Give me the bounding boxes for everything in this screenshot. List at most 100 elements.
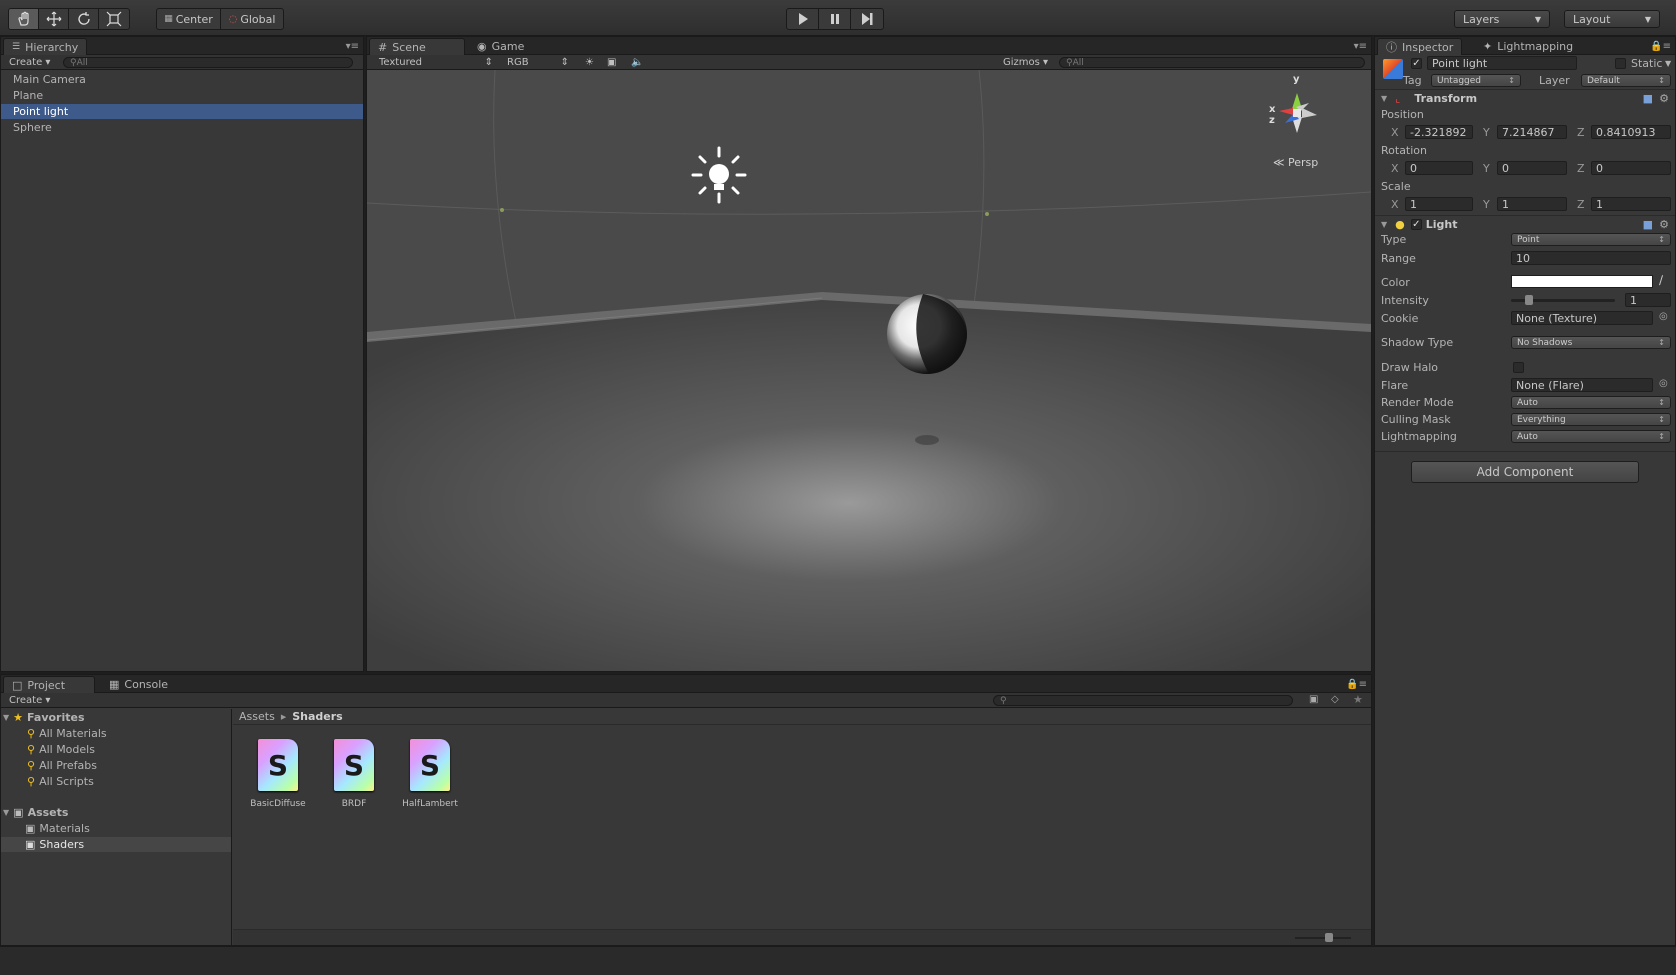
star-icon: ★ [13, 711, 24, 724]
lock-menu-icon[interactable]: 🔒≡ [1650, 41, 1671, 52]
hierarchy-item-point-light[interactable]: Point light [1, 104, 363, 119]
icon-size-slider[interactable] [1295, 933, 1351, 942]
pause-button[interactable] [819, 9, 851, 29]
folder-item-shaders[interactable]: ▣ Shaders [1, 837, 231, 852]
tab-lightmapping[interactable]: ✦ Lightmapping [1475, 38, 1581, 55]
scale-y-field[interactable]: 1 [1497, 197, 1567, 211]
help-icon[interactable]: ■ [1643, 218, 1653, 231]
filter-type-icon[interactable]: ▣ [1309, 694, 1318, 705]
rotation-z-field[interactable]: 0 [1591, 161, 1671, 175]
intensity-slider-thumb[interactable] [1525, 295, 1534, 305]
object-name-field[interactable]: Point light [1427, 56, 1577, 70]
rotate-tool-icon[interactable] [69, 9, 99, 29]
gear-icon[interactable]: ⚙ [1659, 218, 1669, 231]
scene-lighting-toggle[interactable]: ☀ [581, 56, 598, 69]
play-button[interactable] [787, 9, 819, 29]
panel-menu-icon[interactable]: ▾≡ [1354, 41, 1367, 52]
layout-dropdown[interactable]: Layout ▼ [1564, 10, 1660, 28]
hierarchy-item-plane[interactable]: Plane [1, 88, 363, 103]
favorites-header[interactable]: ▼ ★ Favorites [3, 710, 85, 725]
tab-game[interactable]: ◉ Game [469, 38, 532, 55]
eyedropper-icon[interactable]: ∕ [1659, 273, 1663, 287]
asset-shader-basicdiffuse[interactable]: S BasicDiffuse [243, 739, 313, 809]
filter-label-icon[interactable]: ◇ [1331, 694, 1339, 705]
icon-size-slider-thumb[interactable] [1325, 933, 1333, 942]
project-create-button[interactable]: Create ▾ [5, 694, 54, 707]
tab-console[interactable]: ▦ Console [101, 676, 176, 693]
assets-header[interactable]: ▼ ▣ Assets [3, 805, 68, 820]
flare-field[interactable]: None (Flare) [1511, 378, 1653, 392]
light-enabled-checkbox[interactable]: ✓ [1410, 219, 1422, 230]
scene-search-input[interactable]: ⚲ All [1059, 57, 1365, 68]
favorite-item[interactable]: ⚲ All Models [27, 742, 95, 757]
object-picker-icon[interactable]: ◎ [1659, 311, 1668, 322]
shadow-type-dropdown[interactable]: No Shadows [1511, 336, 1671, 349]
folder-item-materials[interactable]: ▣ Materials [25, 821, 90, 836]
lightmapping-dropdown[interactable]: Auto [1511, 430, 1671, 443]
transform-header[interactable]: ▼ ⌞ Transform ■ ⚙ [1375, 89, 1675, 107]
object-picker-icon[interactable]: ◎ [1659, 378, 1668, 389]
favorite-item[interactable]: ⚲ All Materials [27, 726, 107, 741]
cookie-field[interactable]: None (Texture) [1511, 311, 1653, 325]
channel-dropdown[interactable]: RGB ⇕ [503, 56, 573, 69]
scene-viewport[interactable]: y x z ≪ Persp [367, 70, 1371, 671]
favorite-item[interactable]: ⚲ All Prefabs [27, 758, 97, 773]
tab-inspector[interactable]: ⓘ Inspector [1377, 38, 1463, 55]
position-x-field[interactable]: -2.321892 [1405, 125, 1473, 139]
draw-halo-checkbox[interactable] [1513, 362, 1524, 373]
light-type-dropdown[interactable]: Point [1511, 233, 1671, 246]
flare-label: Flare [1381, 379, 1409, 392]
hand-tool-icon[interactable] [9, 9, 39, 29]
tab-hierarchy[interactable]: ☰ Hierarchy [3, 38, 88, 55]
scene-fx-toggle[interactable]: ▣ [603, 56, 620, 69]
layer-dropdown[interactable]: Default [1581, 74, 1671, 87]
active-checkbox[interactable]: ✓ [1411, 58, 1422, 69]
render-mode-dropdown[interactable]: Textured ⇕ [375, 56, 497, 69]
chevron-down-icon[interactable]: ▼ [1665, 59, 1671, 68]
intensity-slider-track[interactable] [1511, 295, 1615, 305]
light-header[interactable]: ▼ ● ✓ Light ■ ⚙ [1375, 215, 1675, 233]
asset-shader-halflambert[interactable]: S HalfLambert [395, 739, 465, 809]
hierarchy-search-input[interactable]: ⚲ All [63, 57, 353, 68]
gear-icon[interactable]: ⚙ [1659, 92, 1669, 105]
project-search-input[interactable]: ⚲ [993, 695, 1293, 706]
rotation-y-field[interactable]: 0 [1497, 161, 1567, 175]
projection-toggle[interactable]: ≪ Persp [1273, 156, 1318, 169]
tab-project[interactable]: □ Project [3, 676, 95, 693]
add-component-button[interactable]: Add Component [1411, 461, 1639, 483]
breadcrumb-item-current[interactable]: Shaders [292, 710, 342, 723]
asset-shader-brdf[interactable]: S BRDF [319, 739, 389, 809]
create-button[interactable]: Create ▾ [5, 56, 54, 69]
pivot-center-button[interactable]: ▦ Center [157, 9, 221, 29]
layers-dropdown[interactable]: Layers ▼ [1454, 10, 1550, 28]
intensity-field[interactable]: 1 [1625, 293, 1671, 307]
scale-z-field[interactable]: 1 [1591, 197, 1671, 211]
static-checkbox[interactable] [1615, 58, 1626, 69]
range-field[interactable]: 10 [1511, 251, 1671, 265]
move-tool-icon[interactable] [39, 9, 69, 29]
step-button[interactable] [851, 9, 883, 29]
search-icon: ⚲ [27, 775, 36, 788]
position-z-field[interactable]: 0.8410913 [1591, 125, 1671, 139]
panel-menu-icon[interactable]: ▾≡ [346, 41, 359, 52]
rotation-x-field[interactable]: 0 [1405, 161, 1473, 175]
hierarchy-item-sphere[interactable]: Sphere [1, 120, 363, 135]
tag-dropdown[interactable]: Untagged [1431, 74, 1521, 87]
favorite-star-icon[interactable]: ★ [1353, 693, 1363, 706]
gizmos-dropdown[interactable]: Gizmos ▾ [999, 56, 1052, 69]
help-icon[interactable]: ■ [1643, 92, 1653, 105]
axis-z-label: Z [1577, 162, 1585, 175]
render-mode-dropdown[interactable]: Auto [1511, 396, 1671, 409]
scale-x-field[interactable]: 1 [1405, 197, 1473, 211]
lock-menu-icon[interactable]: 🔒≡ [1346, 679, 1367, 690]
culling-mask-dropdown[interactable]: Everything [1511, 413, 1671, 426]
scene-audio-toggle[interactable]: 🔈 [627, 56, 647, 69]
hierarchy-item-main-camera[interactable]: Main Camera [1, 72, 363, 87]
scale-tool-icon[interactable] [99, 9, 129, 29]
space-global-button[interactable]: ◌ Global [221, 9, 283, 29]
position-y-field[interactable]: 7.214867 [1497, 125, 1567, 139]
breadcrumb-item[interactable]: Assets [239, 710, 275, 723]
color-swatch[interactable] [1511, 275, 1653, 288]
tab-scene[interactable]: # Scene [369, 38, 465, 55]
favorite-item[interactable]: ⚲ All Scripts [27, 774, 94, 789]
